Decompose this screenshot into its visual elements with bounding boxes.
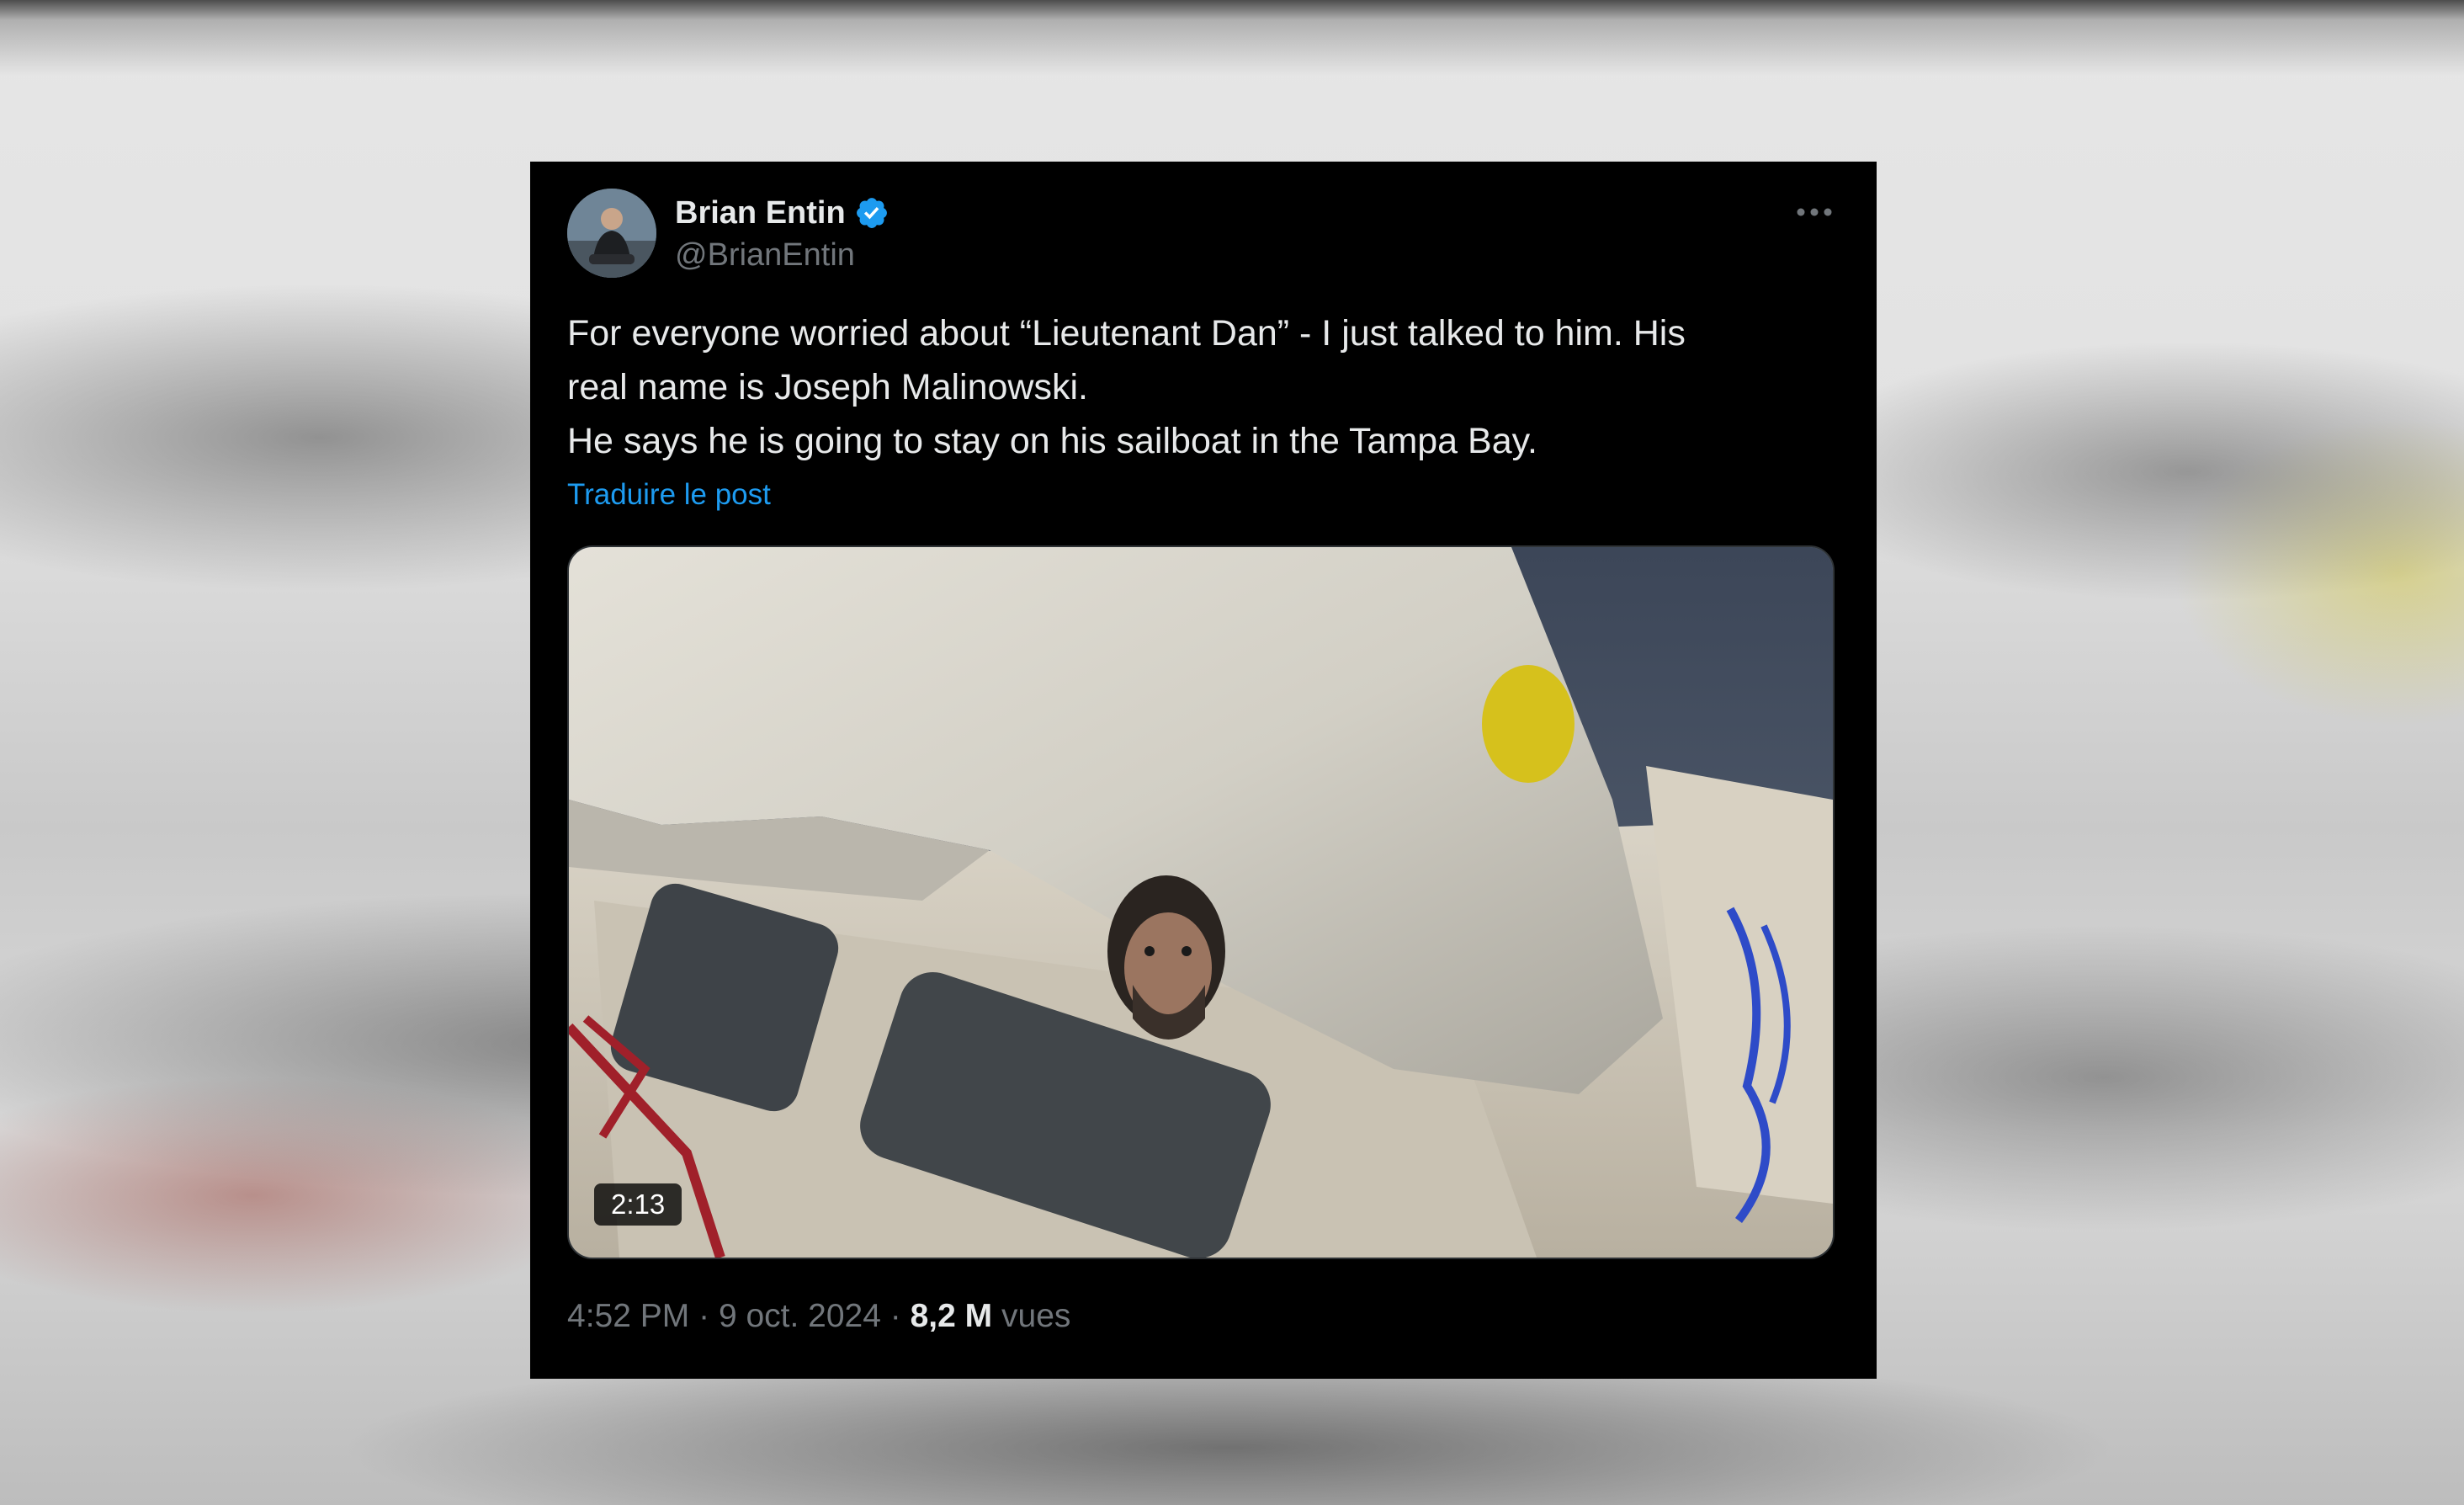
tweet-text: For everyone worried about “Lieutenant D…	[567, 306, 1846, 468]
tweet-time[interactable]: 4:52 PM	[567, 1298, 689, 1334]
tweet-text-line: For everyone worried about “Lieutenant D…	[567, 313, 1686, 354]
meta-separator: ·	[698, 1298, 710, 1334]
video-thumbnail	[569, 547, 1833, 1258]
verified-badge-icon	[856, 198, 887, 228]
video-duration: 2:13	[594, 1183, 682, 1226]
author-name-row: Brian Entin	[675, 192, 889, 234]
avatar-photo	[567, 189, 656, 278]
tweet-meta: 4:52 PM · 9 oct. 2024 · 8,2 M vues	[567, 1298, 1070, 1335]
video-player[interactable]: 2:13	[567, 545, 1835, 1259]
author-handle[interactable]: @BrianEntin	[675, 237, 889, 274]
avatar[interactable]	[567, 189, 656, 278]
tweet-text-line: real name is Joseph Malinowski.	[567, 367, 1088, 407]
author-block: Brian Entin @BrianEntin	[675, 192, 889, 274]
tweet-date[interactable]: 9 oct. 2024	[719, 1298, 881, 1334]
views-label: vues	[1001, 1298, 1071, 1334]
tweet-text-line: He says he is going to stay on his sailb…	[567, 421, 1537, 461]
tweet-card: Brian Entin @BrianEntin For everyone wor…	[530, 162, 1877, 1379]
more-options-icon[interactable]	[1796, 204, 1833, 221]
translate-post-link[interactable]: Traduire le post	[567, 478, 771, 512]
author-name[interactable]: Brian Entin	[675, 195, 846, 231]
meta-separator: ·	[889, 1298, 901, 1334]
views-count: 8,2 M	[910, 1298, 993, 1334]
